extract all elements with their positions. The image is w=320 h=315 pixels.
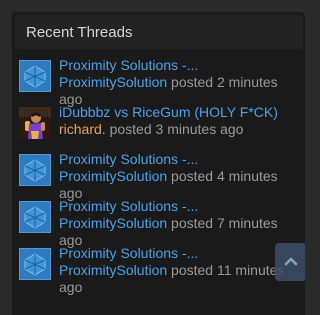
thread-title-link[interactable]: Proximity Solutions -... (59, 245, 301, 262)
poster-link[interactable]: ProximitySolution (59, 262, 167, 278)
poster-link[interactable]: ProximitySolution (59, 215, 167, 231)
proximity-logo-icon[interactable] (19, 60, 51, 92)
widget-header: Recent Threads (14, 15, 303, 49)
poster-link[interactable]: ProximitySolution (59, 168, 167, 184)
chevron-up-icon (284, 257, 298, 266)
post-action: posted (171, 74, 214, 90)
post-action: posted (171, 262, 214, 278)
widget-title: Recent Threads (26, 24, 133, 41)
post-time: 3 minutes ago (155, 121, 244, 137)
proximity-logo-icon[interactable] (19, 154, 51, 186)
thread-title-link[interactable]: Proximity Solutions -... (59, 57, 301, 74)
scroll-to-top-button[interactable] (275, 243, 305, 281)
recent-threads-widget: Recent Threads Proximity Solutions -... … (12, 12, 305, 315)
post-action: posted (171, 215, 214, 231)
thread-meta: richard. posted 3 minutes ago (59, 121, 301, 138)
thread-meta: ProximitySolution posted 4 minutes ago (59, 168, 301, 202)
thread-meta: ProximitySolution posted 2 minutes ago (59, 74, 301, 108)
thread-title-link[interactable]: Proximity Solutions -... (59, 198, 301, 215)
proximity-logo-icon[interactable] (19, 201, 51, 233)
thread-meta: ProximitySolution posted 11 minutes ago (59, 262, 301, 296)
proximity-logo-icon[interactable] (19, 248, 51, 280)
poster-link[interactable]: richard. (59, 121, 106, 137)
post-action: posted (171, 168, 214, 184)
poster-link[interactable]: ProximitySolution (59, 74, 167, 90)
thread-title-link[interactable]: iDubbbz vs RiceGum (HOLY F*CK) (59, 104, 301, 121)
user-avatar[interactable] (19, 107, 51, 139)
thread-title-link[interactable]: Proximity Solutions -... (59, 151, 301, 168)
post-action: posted (109, 121, 152, 137)
thread-meta: ProximitySolution posted 7 minutes ago (59, 215, 301, 249)
